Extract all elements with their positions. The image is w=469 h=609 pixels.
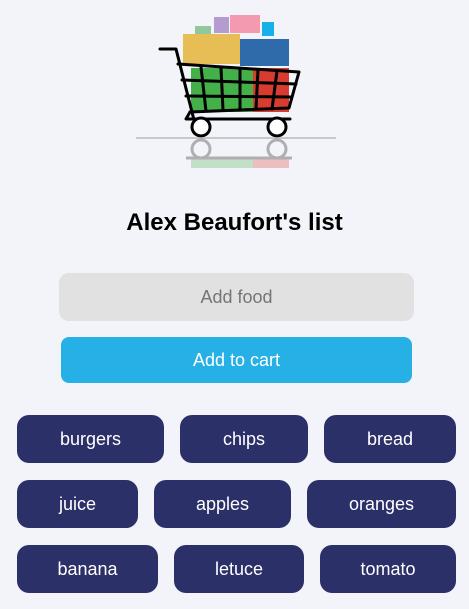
food-item-oranges[interactable]: oranges (307, 480, 456, 528)
food-item-tomato[interactable]: tomato (320, 545, 456, 593)
food-item-letuce[interactable]: letuce (174, 545, 304, 593)
food-item-banana[interactable]: banana (17, 545, 158, 593)
add-to-cart-button[interactable]: Add to cart (61, 337, 412, 383)
shopping-cart-logo (134, 12, 338, 172)
page-title: Alex Beaufort's list (126, 209, 343, 236)
food-item-apples[interactable]: apples (154, 480, 291, 528)
add-food-input[interactable] (59, 273, 414, 321)
food-item-chips[interactable]: chips (180, 415, 308, 463)
food-item-burgers[interactable]: burgers (17, 415, 164, 463)
food-item-juice[interactable]: juice (17, 480, 138, 528)
shopping-cart-icon (136, 15, 336, 168)
food-item-bread[interactable]: bread (324, 415, 456, 463)
